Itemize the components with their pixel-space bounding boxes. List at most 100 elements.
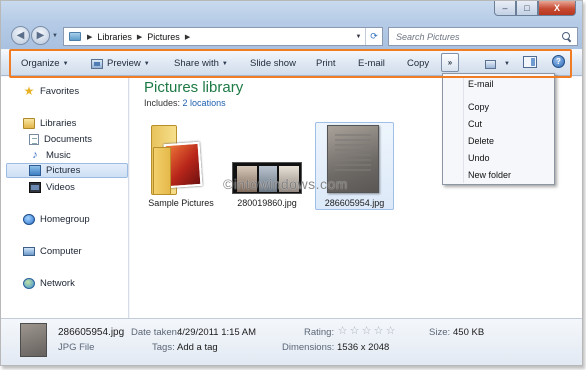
dimensions-label: Dimensions: — [282, 342, 335, 353]
search-box[interactable]: Search Pictures — [388, 27, 578, 46]
preview-pane-icon[interactable] — [523, 56, 537, 68]
library-includes: Includes: 2 locations — [144, 98, 226, 108]
item-label-280019860[interactable]: 280019860.jpg — [227, 198, 307, 208]
chevron-down-icon: ▼ — [62, 61, 69, 67]
chevron-down-icon: ▼ — [221, 61, 228, 67]
details-filetype: JPG File — [58, 342, 95, 353]
help-icon[interactable]: ? — [552, 55, 565, 68]
sidebar-item-label: Computer — [40, 245, 82, 257]
sidebar-item-label: Videos — [46, 181, 75, 193]
star-icon[interactable]: ☆ — [361, 326, 372, 337]
address-dropdown[interactable]: ▼ — [352, 34, 365, 40]
date-taken-value[interactable]: 4/29/2011 1:15 AM — [177, 327, 256, 338]
homegroup-icon — [23, 213, 35, 225]
breadcrumb-libraries[interactable]: Libraries — [97, 32, 132, 42]
sidebar-item-label: Network — [40, 277, 75, 289]
star-icon[interactable]: ☆ — [385, 326, 396, 337]
window-controls: – □ X — [494, 1, 576, 16]
page-title: Pictures library — [144, 79, 244, 96]
dimensions-value: 1536 x 2048 — [337, 342, 390, 353]
folder-icon[interactable] — [151, 125, 203, 195]
back-button[interactable]: ◀ — [11, 26, 30, 45]
organize-label: Organize — [21, 58, 60, 69]
address-controls: ▼ ⟳ — [352, 28, 382, 45]
documents-icon — [29, 133, 39, 145]
breadcrumb-pictures[interactable]: Pictures — [147, 32, 180, 42]
breadcrumb-separator[interactable]: ▶ — [137, 33, 142, 41]
date-taken-label: Date taken: — [131, 327, 180, 338]
menu-gutter — [463, 76, 464, 183]
slide-show-button[interactable]: Slide show — [250, 57, 296, 71]
chevron-down-icon: ▼ — [143, 61, 150, 67]
folder-front — [153, 147, 171, 195]
refresh-icon[interactable]: ⟳ — [365, 28, 382, 45]
preview-label: Preview — [107, 58, 141, 69]
title-bar: – □ X ◀ ▶ ▼ ▶ Libraries ▶ Pictures ▶ ▼ ⟳… — [1, 1, 582, 49]
star-icon[interactable]: ☆ — [373, 326, 384, 337]
sidebar-item-computer[interactable]: Computer — [23, 244, 82, 258]
maximize-button[interactable]: □ — [516, 1, 538, 16]
folder-icon — [69, 32, 81, 41]
navigation-buttons: ◀ ▶ ▼ — [11, 26, 58, 45]
share-with-menu[interactable]: Share with ▼ — [174, 57, 228, 71]
menu-item-undo[interactable]: Undo — [468, 153, 490, 163]
sidebar-item-favorites[interactable]: ★ Favorites — [23, 84, 79, 98]
pictures-icon — [29, 165, 41, 176]
star-icon[interactable]: ☆ — [349, 326, 360, 337]
watermark: ©intowindows.com — [223, 176, 348, 192]
sidebar-item-label: Favorites — [40, 85, 80, 97]
network-icon — [23, 277, 35, 289]
rating-stars[interactable]: ☆ ☆ ☆ ☆ ☆ — [337, 326, 397, 337]
breadcrumb-separator[interactable]: ▶ — [87, 33, 92, 41]
close-button[interactable]: X — [538, 1, 576, 16]
search-icon[interactable] — [562, 31, 572, 42]
locations-link[interactable]: 2 locations — [183, 98, 226, 108]
share-with-label: Share with — [174, 58, 219, 69]
sidebar-item-label: Libraries — [40, 117, 77, 129]
address-bar[interactable]: ▶ Libraries ▶ Pictures ▶ ▼ ⟳ — [63, 27, 383, 46]
search-input[interactable]: Search Pictures — [396, 32, 460, 42]
menu-item-cut[interactable]: Cut — [468, 119, 482, 129]
libraries-icon — [23, 117, 35, 129]
sidebar-item-network[interactable]: Network — [23, 276, 75, 290]
chevron-down-icon: ▼ — [504, 61, 510, 67]
breadcrumb-separator[interactable]: ▶ — [185, 33, 190, 41]
sidebar-item-homegroup[interactable]: Homegroup — [23, 212, 90, 226]
menu-item-delete[interactable]: Delete — [468, 136, 494, 146]
item-label-286605954[interactable]: 286605954.jpg — [315, 198, 394, 208]
star-icon[interactable]: ☆ — [337, 326, 348, 337]
change-view-button[interactable]: ▼ — [485, 57, 510, 71]
tags-label: Tags: — [152, 342, 175, 353]
sidebar-item-documents[interactable]: Documents — [29, 132, 92, 146]
menu-item-new-folder[interactable]: New folder — [468, 170, 511, 180]
item-label-sample-pictures[interactable]: Sample Pictures — [141, 198, 221, 208]
sidebar-item-music[interactable]: ♪ Music — [29, 148, 71, 162]
preview-menu[interactable]: Preview ▼ — [91, 57, 150, 71]
minimize-button[interactable]: – — [494, 1, 516, 16]
sidebar-item-label: Documents — [44, 133, 93, 145]
recent-pages-dropdown[interactable]: ▼ — [52, 33, 58, 39]
details-thumbnail — [20, 323, 47, 357]
forward-button[interactable]: ▶ — [31, 26, 50, 45]
copy-button[interactable]: Copy — [407, 57, 429, 71]
email-button[interactable]: E-mail — [358, 57, 385, 71]
more-commands-button[interactable]: » — [441, 53, 459, 72]
sidebar-item-videos[interactable]: Videos — [29, 180, 75, 194]
menu-item-email[interactable]: E-mail — [468, 79, 494, 89]
details-filename: 286605954.jpg — [58, 327, 125, 338]
sidebar-item-pictures[interactable]: Pictures — [6, 163, 128, 178]
sidebar-item-libraries[interactable]: Libraries — [23, 116, 76, 130]
menu-item-copy[interactable]: Copy — [468, 102, 489, 112]
sidebar-item-label: Music — [46, 149, 71, 161]
tags-value[interactable]: Add a tag — [177, 342, 218, 353]
size-value: 450 KB — [453, 327, 485, 338]
star-icon: ★ — [23, 83, 35, 98]
computer-icon — [23, 246, 35, 256]
print-button[interactable]: Print — [316, 57, 336, 71]
preview-icon — [91, 59, 103, 69]
organize-menu[interactable]: Organize ▼ — [21, 57, 69, 71]
rating-label: Rating: — [304, 327, 335, 338]
sidebar-item-label: Homegroup — [40, 213, 90, 225]
explorer-window: – □ X ◀ ▶ ▼ ▶ Libraries ▶ Pictures ▶ ▼ ⟳… — [0, 0, 583, 366]
includes-label: Includes: — [144, 98, 181, 108]
